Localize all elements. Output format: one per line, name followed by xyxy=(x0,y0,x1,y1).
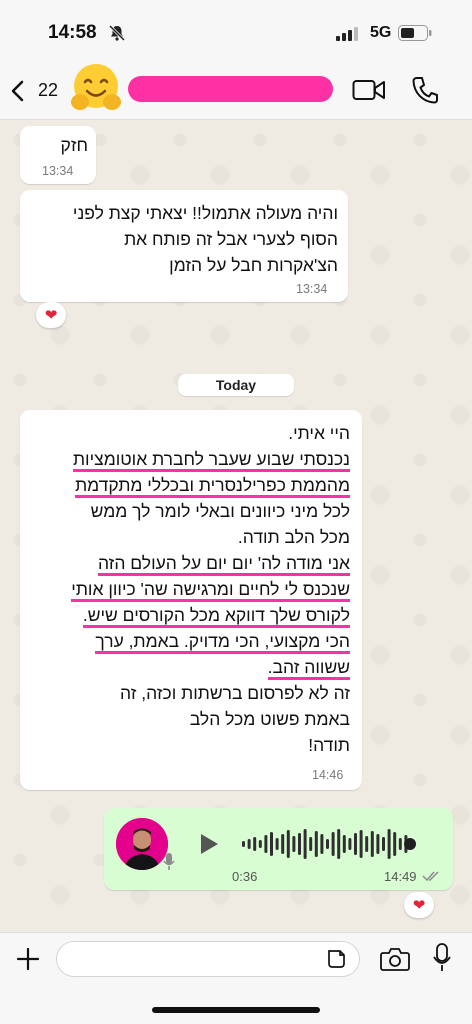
message-bubble[interactable]: היי איתי. נכנסתי שבוע שעבר לחברת אוטומצי… xyxy=(20,410,362,790)
highlighted-line: ששווה זהב. xyxy=(267,657,350,680)
composer-bar xyxy=(0,932,472,1024)
waveform-bar xyxy=(275,838,279,850)
message-time: 13:34 xyxy=(296,282,328,296)
message-line: היי איתי. xyxy=(288,423,350,443)
unread-count[interactable]: 22 xyxy=(38,80,58,101)
contact-name-redacted[interactable] xyxy=(128,76,333,102)
message-time: 14:46 xyxy=(312,768,344,782)
play-icon[interactable] xyxy=(198,832,220,856)
battery-icon xyxy=(398,25,432,41)
video-call-icon[interactable] xyxy=(352,78,386,102)
message-line: תודה! xyxy=(308,735,350,755)
waveform-bar xyxy=(348,838,352,850)
message-line: זה לא לפרסום ברשתות וכזה, זה xyxy=(120,683,350,703)
message-text: והיה מעולה אתמול!! יצאתי קצת לפני הסוף ל… xyxy=(73,200,338,278)
microphone-icon[interactable] xyxy=(432,943,452,973)
waveform-bar xyxy=(242,841,245,847)
chat-header: 22 xyxy=(0,62,472,120)
waveform-bar xyxy=(292,836,296,852)
message-bubble[interactable]: והיה מעולה אתמול!! יצאתי קצת לפני הסוף ל… xyxy=(20,190,348,302)
message-input[interactable] xyxy=(56,941,360,977)
waveform-bar xyxy=(382,837,385,851)
phone-icon[interactable] xyxy=(412,76,438,104)
network-type: 5G xyxy=(370,24,392,41)
waveform-bar xyxy=(309,837,313,851)
playhead-dot xyxy=(404,838,416,850)
date-separator: Today xyxy=(178,374,294,396)
waveform-bar xyxy=(370,831,374,857)
message-time: 13:34 xyxy=(42,164,74,178)
highlighted-line: מהממת כפרילנסרית ובכללי מתקדמת xyxy=(75,475,350,498)
signal-icon xyxy=(336,27,358,41)
waveform-bar xyxy=(376,834,380,854)
double-check-icon xyxy=(422,871,439,882)
waveform-bar xyxy=(258,840,262,848)
waveform-bar xyxy=(303,829,307,859)
voice-message-bubble[interactable]: 0:36 14:49 xyxy=(104,808,453,890)
home-indicator xyxy=(152,1007,320,1013)
contact-avatar[interactable] xyxy=(66,58,126,118)
waveform-bar xyxy=(247,839,251,849)
highlighted-line: נכנסתי שבוע שעבר לחברת אוטומציות xyxy=(72,449,350,472)
person-photo-icon xyxy=(116,818,168,870)
waveform-bar xyxy=(387,829,391,859)
bell-slash-icon xyxy=(108,24,126,42)
waveform-bar xyxy=(270,832,273,856)
waveform-bar xyxy=(342,835,346,853)
message-line: באמת פשוט מכל הלב xyxy=(189,709,350,729)
message-text: חזק xyxy=(60,135,89,155)
camera-icon[interactable] xyxy=(380,946,410,972)
microphone-icon xyxy=(163,853,175,870)
waveform-bar xyxy=(286,830,290,858)
waveform-bar xyxy=(281,834,285,854)
heart-reaction-icon[interactable]: ❤ xyxy=(404,892,434,918)
sender-avatar xyxy=(116,818,168,870)
message-bubble[interactable]: חזק 13:34 xyxy=(20,126,96,184)
message-line: לכל מיני כיוונים ובאלי לומר לך ממש xyxy=(90,501,350,521)
voice-duration: 0:36 xyxy=(232,869,258,884)
waveform-bar xyxy=(298,833,301,855)
waveform-bar xyxy=(365,836,369,852)
waveform-bar xyxy=(314,831,318,857)
highlighted-line: הכי מקצועי, הכי מדויק. באמת, ערך xyxy=(95,631,350,654)
highlighted-line: לקורס שלך דווקא מכל הקורסים שיש. xyxy=(82,605,350,628)
plus-icon[interactable] xyxy=(16,947,40,971)
message-text: היי איתי. נכנסתי שבוע שעבר לחברת אוטומצי… xyxy=(71,420,350,758)
waveform-bar xyxy=(320,834,324,854)
chevron-left-icon[interactable] xyxy=(10,80,26,102)
waveform-bar xyxy=(359,830,363,858)
waveform-bar xyxy=(354,833,357,855)
message-line: הצ'אקרות חבל על הזמן xyxy=(169,255,338,275)
status-time: 14:58 xyxy=(48,22,97,43)
waveform-bar xyxy=(331,832,335,856)
message-line: מכל הלב תודה. xyxy=(237,527,350,547)
waveform-bar xyxy=(326,839,329,849)
status-bar: 14:58 5G xyxy=(0,0,472,62)
highlighted-line: אני מודה לה' יום יום על העולם הזה xyxy=(97,553,350,576)
waveform-bar xyxy=(398,838,402,850)
message-line: והיה מעולה אתמול!! יצאתי קצת לפני xyxy=(72,203,338,223)
waveform-bar xyxy=(393,832,397,856)
waveform-bar xyxy=(253,837,257,851)
audio-waveform[interactable] xyxy=(242,826,422,862)
message-time: 14:49 xyxy=(384,869,417,884)
highlighted-line: שנכנס לי לחיים ומרגישה שה' כיוון אותי xyxy=(71,579,350,602)
chat-area[interactable]: חזק 13:34 והיה מעולה אתמול!! יצאתי קצת ל… xyxy=(0,120,472,932)
message-line: הסוף לצערי אבל זה פותח את xyxy=(124,229,338,249)
heart-reaction-icon[interactable]: ❤ xyxy=(36,302,66,328)
waveform-bar xyxy=(264,835,268,853)
waveform-bar xyxy=(337,829,341,859)
sticker-icon[interactable] xyxy=(326,949,346,969)
